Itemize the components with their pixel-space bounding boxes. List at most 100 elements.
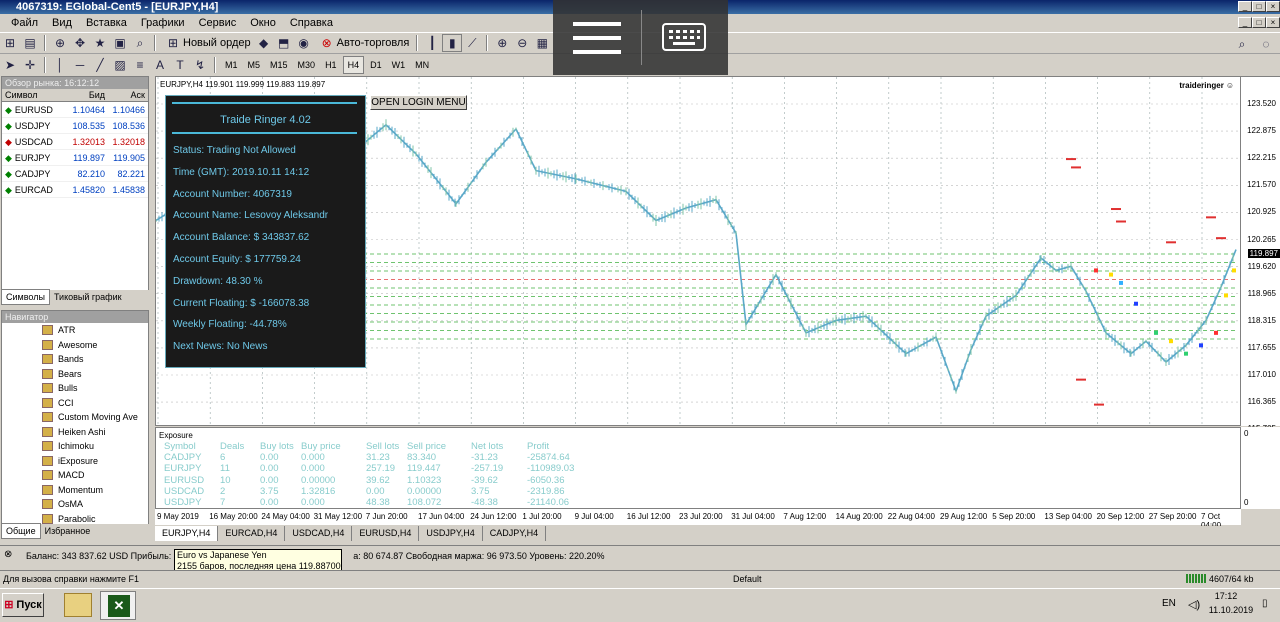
timeframe-mn[interactable]: MN (411, 57, 433, 73)
navigator-item[interactable]: Ichimoku (2, 439, 148, 454)
child-restore-button[interactable]: □ (1252, 17, 1266, 28)
signals-icon[interactable]: ⬒ (274, 34, 294, 52)
terminal-icon[interactable]: ▣ (110, 34, 130, 52)
navigator-item[interactable]: iExposure (2, 454, 148, 469)
navigator-item[interactable]: CCI (2, 396, 148, 411)
tile-windows-icon[interactable]: ▦ (532, 34, 552, 52)
menu-window[interactable]: Окно (243, 14, 283, 32)
navigator-item[interactable]: Bands (2, 352, 148, 367)
market-watch-row[interactable]: ◆ USDJPY 108.535 108.536 (2, 118, 148, 134)
candlestick-icon[interactable]: ▮ (442, 34, 463, 52)
new-order-button[interactable]: ⊞ Новый ордер (160, 34, 254, 52)
clock-date[interactable]: 11.10.2019 (1208, 605, 1254, 615)
timeframe-d1[interactable]: D1 (366, 57, 386, 73)
timeframe-w1[interactable]: W1 (388, 57, 410, 73)
exposure-cell: -48.38 (471, 497, 498, 508)
start-button[interactable]: ⊞ Пуск (2, 593, 44, 617)
tab-symbols[interactable]: Символы (1, 289, 50, 305)
metatrader-taskbar-button[interactable]: ✕ (100, 591, 136, 620)
terminal-close-icon[interactable]: ⊗ (4, 549, 12, 560)
market-watch-icon[interactable]: ⊕ (50, 34, 70, 52)
horizontal-line-icon[interactable]: ─ (70, 56, 90, 74)
col-bid[interactable]: Бид (66, 89, 108, 101)
arrows-icon[interactable]: ↯ (190, 56, 210, 74)
open-login-menu-button[interactable]: OPEN LOGIN MENU (370, 95, 467, 110)
metaeditor-icon[interactable]: ◆ (254, 34, 274, 52)
chart-tab-eurjpy[interactable]: EURJPY,H4 (155, 526, 219, 541)
fibonacci-icon[interactable]: ≡ (130, 56, 150, 74)
menu-file[interactable]: Файл (4, 14, 45, 32)
navigator-item[interactable]: Awesome (2, 338, 148, 353)
navigator-item[interactable]: ATR (2, 323, 148, 338)
profiles-icon[interactable]: ▤ (20, 34, 40, 52)
cursor-icon[interactable]: ➤ (0, 56, 20, 74)
menu-tools[interactable]: Сервис (192, 14, 244, 32)
chat-icon[interactable]: ◌ (1256, 35, 1276, 53)
channel-icon[interactable]: ▨ (110, 56, 130, 74)
child-close-button[interactable]: × (1266, 17, 1280, 28)
tester-icon[interactable]: ⌕ (130, 34, 150, 52)
market-watch-row[interactable]: ◆ EURUSD 1.10464 1.10466 (2, 102, 148, 118)
navigator-item[interactable]: MACD (2, 468, 148, 483)
date-tick-label: 1 Jul 20:00 (522, 512, 562, 521)
minimize-button[interactable]: _ (1238, 1, 1252, 12)
timeframe-m30[interactable]: M30 (294, 57, 320, 73)
search-icon[interactable]: ⌕ (1232, 35, 1252, 53)
zoom-out-icon[interactable]: ⊖ (512, 34, 532, 52)
child-minimize-button[interactable]: _ (1238, 17, 1252, 28)
timeframe-m15[interactable]: M15 (266, 57, 292, 73)
market-watch-row[interactable]: ◆ EURJPY 119.897 119.905 (2, 150, 148, 166)
menu-view[interactable]: Вид (45, 14, 79, 32)
timeframe-m5[interactable]: M5 (244, 57, 265, 73)
market-watch-row[interactable]: ◆ CADJPY 82.210 82.221 (2, 166, 148, 182)
hamburger-menu-icon[interactable] (573, 22, 621, 54)
close-button[interactable]: × (1266, 1, 1280, 12)
maximize-button[interactable]: □ (1252, 1, 1266, 12)
menu-insert[interactable]: Вставка (79, 14, 134, 32)
menu-help[interactable]: Справка (283, 14, 340, 32)
market-watch-row[interactable]: ◆ EURCAD 1.45820 1.45838 (2, 182, 148, 198)
chart-tab-eurusd[interactable]: EURUSD,H4 (352, 526, 420, 541)
bar-chart-icon[interactable]: ┃ (422, 34, 442, 52)
new-chart-icon[interactable]: ⊞ (0, 34, 20, 52)
timeframe-h1[interactable]: H1 (321, 57, 341, 73)
keyboard-icon[interactable] (662, 23, 706, 51)
navigator-item[interactable]: Custom Moving Ave (2, 410, 148, 425)
timeframe-m1[interactable]: M1 (221, 57, 242, 73)
chart-tab-usdcad[interactable]: USDCAD,H4 (285, 526, 353, 541)
autotrading-button[interactable]: ⊗ Авто-торговля (314, 34, 413, 52)
timeframe-h4[interactable]: H4 (342, 56, 365, 74)
show-desktop-icon[interactable]: ▯ (1262, 598, 1268, 609)
panel-line: Status: Trading Not Allowed (173, 145, 296, 156)
tab-tick-chart[interactable]: Тиковый график (50, 290, 126, 304)
volume-icon[interactable]: ◁) (1188, 598, 1200, 611)
navigator-item[interactable]: Heiken Ashi (2, 425, 148, 440)
trendline-icon[interactable]: ╱ (90, 56, 110, 74)
market-watch-row[interactable]: ◆ USDCAD 1.32013 1.32018 (2, 134, 148, 150)
zoom-in-icon[interactable]: ⊕ (492, 34, 512, 52)
tab-favorites[interactable]: Избранное (41, 524, 95, 538)
text-icon[interactable]: A (150, 56, 170, 74)
crosshair-icon[interactable]: ✛ (20, 56, 40, 74)
market-icon[interactable]: ◉ (294, 34, 314, 52)
navigator-item[interactable]: Momentum (2, 483, 148, 498)
explorer-taskbar-icon[interactable] (64, 593, 92, 617)
language-indicator[interactable]: EN (1162, 598, 1176, 609)
chart-tab-cadjpy[interactable]: CADJPY,H4 (483, 526, 547, 541)
text-label-icon[interactable]: T (170, 56, 190, 74)
navigator-icon[interactable]: ★ (90, 34, 110, 52)
vertical-line-icon[interactable]: │ (50, 56, 70, 74)
line-chart-icon[interactable]: ⟋ (462, 34, 482, 52)
menu-charts[interactable]: Графики (134, 14, 192, 32)
chart-tab-eurcad[interactable]: EURCAD,H4 (218, 526, 286, 541)
navigator-item[interactable]: Bears (2, 367, 148, 382)
col-ask[interactable]: Аск (108, 89, 148, 101)
tab-general[interactable]: Общие (1, 523, 41, 539)
metatrader-logo-icon: ✕ (108, 595, 130, 617)
col-symbol[interactable]: Символ (2, 89, 66, 101)
navigator-item[interactable]: OsMA (2, 497, 148, 512)
data-window-icon[interactable]: ✥ (70, 34, 90, 52)
navigator-item[interactable]: Bulls (2, 381, 148, 396)
clock-time[interactable]: 17:12 (1208, 591, 1244, 601)
chart-tab-usdjpy[interactable]: USDJPY,H4 (419, 526, 483, 541)
